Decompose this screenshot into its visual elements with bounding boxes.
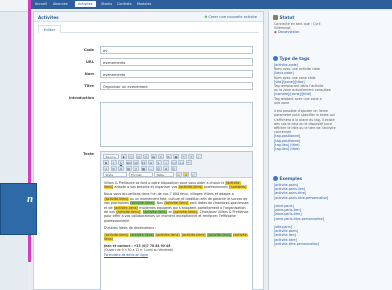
nav-tab-stocks[interactable]: Stocks (101, 2, 112, 6)
paragraph-4: (activite-liens) (activite-liens) (activ… (104, 232, 250, 242)
page-title: Activites (38, 15, 59, 20)
tag-highlight: (activite-liens) (104, 232, 129, 237)
plus-icon: ⊕ (204, 15, 208, 19)
create-activity-label: Creer une nouvelle activite (208, 15, 257, 19)
main-panel: Activites ⊕ Creer une nouvelle activite … (33, 11, 264, 290)
exemples-heading: Exemples (273, 176, 302, 181)
nav-tab-contrats[interactable]: Contrats (117, 2, 132, 6)
p1-text-e: professionnels (204, 185, 228, 190)
url-field[interactable]: evenements (100, 58, 253, 66)
quote-form-link[interactable]: Formulaire de devis en ligne (104, 253, 148, 257)
p1-text-c: adapte a vos besoins et organiser vos (114, 185, 178, 190)
text-color-icon[interactable]: A (175, 172, 182, 177)
blockquote-button[interactable]: "" (185, 160, 192, 165)
create-activity-link[interactable]: ⊕ Creer une nouvelle activite (204, 15, 257, 19)
p1-text-a: Villars & Prelliance se font a votre dis… (104, 181, 225, 185)
size-select[interactable]: Taille (154, 172, 174, 177)
url-label: URL (86, 60, 94, 64)
maximize-icon[interactable]: ⤢ (190, 172, 197, 177)
editor-content[interactable]: Villars & Prelliance se font a votre dis… (104, 181, 250, 260)
edit-tabbar: Editer (38, 25, 259, 33)
info-icon (273, 176, 278, 181)
signature-hours: (Ouvert de 9 h 30 a 12 h, Lundi au Vendr… (104, 248, 174, 253)
tags-title-text: Type de tags (279, 56, 310, 61)
paragraph-2: Nous vous accueillons dans l'un de nos 7… (104, 192, 250, 223)
popup-letter: n (27, 193, 34, 205)
texte-label: Texte (83, 152, 94, 156)
tag-highlight: (nombres) (228, 185, 247, 190)
format-select[interactable]: Format (128, 172, 153, 177)
tag-highlight: (activite-liens) (178, 185, 203, 190)
info-icon (273, 56, 278, 61)
p2-text-k: , (140, 209, 142, 214)
bg-color-icon[interactable]: A (183, 172, 189, 177)
nom-label: Nom (84, 72, 94, 76)
statut-title-text: Statut (279, 15, 295, 20)
logout-link[interactable]: Deconnexion (278, 30, 300, 34)
tags-heading: Type de tags (273, 56, 310, 61)
find-icon[interactable]: ⌕ (195, 154, 202, 159)
tag-highlight: (activite-liens) (155, 232, 181, 237)
signature: Jean et contact : +33 (0)7 78 84 90 48 (… (104, 244, 250, 257)
tag-highlight: (activite-liens) (181, 232, 206, 237)
tag-highlight-green: (activite-liens) (206, 232, 232, 237)
rich-text-editor[interactable]: Source ▪ □ ◫ ⎙ ▤ ✂ ⧉ ▣ ↶ ↷ ⌕ G I S abc x… (100, 151, 253, 290)
nav-tab-activites[interactable]: Activites (75, 1, 96, 7)
app-window: Accueil Abonnes Activites Stocks Contrat… (0, 0, 392, 290)
exemples-title-text: Exemples (279, 176, 303, 181)
toolbar-row-4: Style Format Taille A A ⤢ (103, 171, 197, 178)
tag-highlight: (activite-liens) (104, 196, 129, 201)
tag-highlight-green: (activite-liens) (129, 201, 155, 206)
p2-text-a: Nous vous accueillons dans l'un de nos 7… (104, 192, 234, 197)
tab-editer[interactable]: Editer (38, 25, 62, 33)
help-sidebar: Statut Connecte en tant que : Cyril Vill… (268, 11, 392, 290)
background-window-header (0, 0, 28, 12)
indent-button[interactable]: >> (178, 160, 184, 165)
nav-tab-accueil[interactable]: Accueil (35, 2, 47, 6)
tag-highlight: (activite-liens) (113, 205, 139, 210)
background-window (0, 0, 28, 290)
panel-header: Activites ⊕ Creer une nouvelle activite (34, 12, 263, 22)
nav-tab-modules[interactable]: Modules (137, 2, 151, 6)
tag-highlight: (activite-liens) (172, 209, 198, 214)
user-icon (273, 15, 278, 20)
paragraph-3: D'autres idees de destinations : (104, 225, 157, 230)
tag-highlight: (activite-liens) (115, 209, 141, 214)
exemples-help-text: [activite-paris] [activite-paris-lien] [ac… (274, 183, 386, 246)
help-line: [tag-lien] (titre) (274, 147, 300, 152)
tags-help-text: [activite-code] Nom avec une activite cib… (274, 63, 386, 151)
editor-toolbar: Source ▪ □ ◫ ⎙ ▤ ✂ ⧉ ▣ ↶ ↷ ⌕ G I S abc x… (101, 152, 252, 178)
statut-info: Connecte en tant que : Cyril Villeminot … (274, 22, 386, 35)
p2-text-m: et (168, 209, 172, 214)
paragraph-1: Villars & Prelliance se font a votre dis… (104, 181, 250, 190)
logout-icon[interactable]: ◉ (274, 30, 277, 34)
introduction-label: Introduction (68, 96, 94, 100)
signature-contact: Jean et contact : +33 (0)7 78 84 90 48 (104, 243, 171, 248)
code-label: Code (83, 48, 94, 52)
tag-highlight-green: (activite-liens) (142, 209, 168, 214)
nom-field[interactable]: evenements (100, 70, 253, 78)
titre-field[interactable]: Organiser un evenement (100, 82, 253, 90)
help-line: [activite-titre-personnalise] (274, 241, 319, 246)
overlay-popup[interactable]: n (0, 183, 37, 235)
titre-label: Titre (84, 84, 94, 88)
top-nav-bar: Accueil Abonnes Activites Stocks Contrat… (31, 0, 392, 9)
p2-text-e: . Nos (154, 201, 163, 206)
introduction-textarea[interactable] (100, 102, 253, 147)
statut-heading: Statut (273, 15, 294, 20)
tag-highlight-green: (activite-liens) (129, 232, 155, 237)
style-select[interactable]: Style (103, 172, 127, 177)
nav-tab-abonnes[interactable]: Abonnes (53, 2, 68, 6)
code-field[interactable]: ev (100, 46, 253, 54)
tag-highlight: (activite-liens) (163, 201, 189, 206)
